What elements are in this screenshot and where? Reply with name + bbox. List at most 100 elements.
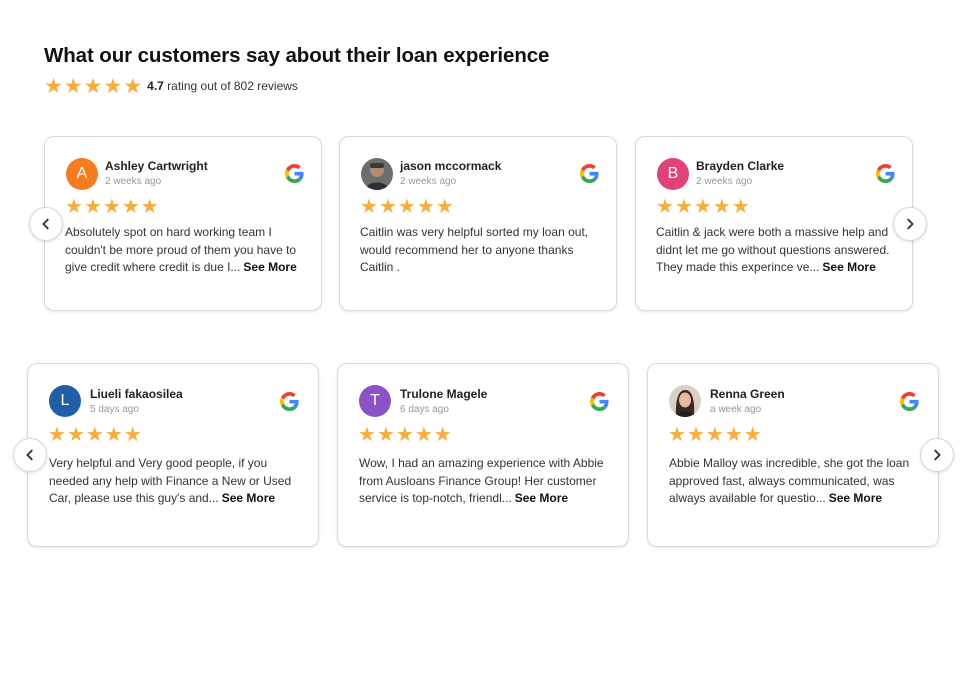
star-icon: ★ — [121, 194, 140, 218]
avatar: T — [359, 385, 391, 417]
google-g-icon — [285, 164, 304, 183]
star-icon: ★ — [414, 422, 433, 446]
review-stars: ★ ★ ★ ★ ★ — [668, 424, 762, 444]
avatar: L — [49, 385, 81, 417]
star-icon: ★ — [85, 422, 104, 446]
reviewer-name: Liueli fakaosilea — [90, 387, 183, 401]
star-icon: ★ — [48, 422, 66, 446]
star-icon: ★ — [66, 422, 85, 446]
review-text: Wow, I had an amazing experience with Ab… — [359, 455, 619, 508]
avatar — [361, 158, 393, 190]
chevron-left-icon — [39, 217, 53, 231]
carousel-next-button[interactable] — [893, 207, 927, 241]
review-text: Caitlin & jack were both a massive help … — [656, 224, 896, 277]
star-icon: ★ — [44, 74, 63, 98]
reviewer-name: Trulone Magele — [400, 387, 488, 401]
star-icon: ★ — [693, 194, 712, 218]
star-icon: ★ — [674, 194, 693, 218]
reviewer-name: Brayden Clarke — [696, 159, 785, 173]
review-body: Caitlin was very helpful sorted my loan … — [360, 225, 589, 274]
star-icon: ★ — [378, 194, 397, 218]
rating-value: 4.7 — [147, 79, 164, 93]
review-stars: ★ ★ ★ ★ ★ — [65, 196, 159, 216]
google-g-icon — [876, 164, 895, 183]
reviewer-name: Ashley Cartwright — [105, 159, 208, 173]
chevron-right-icon — [930, 448, 944, 462]
review-time: 2 weeks ago — [696, 176, 753, 187]
star-icon: ★ — [668, 422, 686, 446]
star-icon: ★ — [123, 74, 143, 98]
carousel-next-button[interactable] — [920, 438, 954, 472]
star-icon: ★ — [731, 194, 750, 218]
avatar — [669, 385, 701, 417]
star-icon: ★ — [83, 194, 102, 218]
rating-summary: ★ ★ ★ ★ ★ 4.7 rating out of 802 reviews — [44, 74, 298, 98]
review-text: Abbie Malloy was incredible, she got the… — [669, 455, 929, 508]
carousel-prev-button[interactable] — [13, 438, 47, 472]
google-g-icon — [590, 392, 609, 411]
rating-text: 4.7 rating out of 802 reviews — [147, 79, 298, 93]
star-icon: ★ — [358, 422, 376, 446]
star-icon: ★ — [376, 422, 395, 446]
review-time: 6 days ago — [400, 404, 449, 415]
avatar-initial: B — [667, 165, 679, 182]
star-icon: ★ — [104, 422, 123, 446]
star-icon: ★ — [416, 194, 435, 218]
page-title: What our customers say about their loan … — [44, 44, 550, 67]
star-icon: ★ — [724, 422, 743, 446]
chevron-right-icon — [903, 217, 917, 231]
star-icon: ★ — [433, 422, 452, 446]
review-text: Very helpful and Very good people, if yo… — [49, 455, 309, 508]
see-more-link[interactable]: See More — [222, 491, 275, 505]
star-icon: ★ — [435, 194, 454, 218]
review-stars: ★ ★ ★ ★ ★ — [656, 196, 750, 216]
review-time: a week ago — [710, 404, 762, 415]
review-card[interactable]: Renna Green a week ago ★ ★ ★ ★ ★ Abbie Malloy w… — [647, 363, 939, 547]
reviewer-name: jason mccormack — [400, 159, 502, 173]
star-icon: ★ — [123, 422, 142, 446]
google-g-icon — [900, 392, 919, 411]
see-more-link[interactable]: See More — [243, 260, 296, 274]
star-icon: ★ — [63, 74, 83, 98]
star-icon: ★ — [656, 194, 674, 218]
avatar-initial: A — [76, 165, 88, 182]
review-stars: ★ ★ ★ ★ ★ — [48, 424, 142, 444]
review-card[interactable]: L Liueli fakaosilea 5 days ago ★ ★ ★ ★ ★ Very he… — [27, 363, 319, 547]
star-icon: ★ — [140, 194, 159, 218]
review-stars: ★ ★ ★ ★ ★ — [358, 424, 452, 444]
google-g-icon — [580, 164, 599, 183]
review-card[interactable]: A Ashley Cartwright 2 weeks ago ★ ★ ★ ★ ★ Absolu… — [44, 136, 322, 311]
review-time: 2 weeks ago — [400, 176, 457, 187]
avatar: A — [66, 158, 98, 190]
see-more-link[interactable]: See More — [829, 491, 882, 505]
star-icon: ★ — [743, 422, 762, 446]
star-icon: ★ — [65, 194, 83, 218]
star-icon: ★ — [102, 194, 121, 218]
star-icon: ★ — [395, 422, 414, 446]
star-icon: ★ — [712, 194, 731, 218]
review-stars: ★ ★ ★ ★ ★ — [360, 196, 454, 216]
review-time: 5 days ago — [90, 404, 139, 415]
review-text: Absolutely spot on hard working team I c… — [65, 224, 305, 277]
review-card[interactable]: B Brayden Clarke 2 weeks ago ★ ★ ★ ★ ★ Caitlin &… — [635, 136, 913, 311]
see-more-link[interactable]: See More — [822, 260, 875, 274]
rating-stars: ★ ★ ★ ★ ★ — [44, 74, 143, 98]
review-card[interactable]: T Trulone Magele 6 days ago ★ ★ ★ ★ ★ Wow, I had… — [337, 363, 629, 547]
review-card[interactable]: jason mccormack 2 weeks ago ★ ★ ★ ★ ★ Caitlin w… — [339, 136, 617, 311]
star-icon: ★ — [397, 194, 416, 218]
google-g-icon — [280, 392, 299, 411]
rating-suffix: rating out of 802 reviews — [167, 79, 298, 93]
chevron-left-icon — [23, 448, 37, 462]
carousel-prev-button[interactable] — [29, 207, 63, 241]
reviewer-name: Renna Green — [710, 387, 785, 401]
review-time: 2 weeks ago — [105, 176, 162, 187]
avatar: B — [657, 158, 689, 190]
star-icon: ★ — [360, 194, 378, 218]
star-icon: ★ — [705, 422, 724, 446]
avatar-initial: L — [60, 392, 70, 409]
review-text: Caitlin was very helpful sorted my loan … — [360, 224, 600, 277]
star-icon: ★ — [83, 74, 103, 98]
star-icon: ★ — [686, 422, 705, 446]
star-icon: ★ — [103, 74, 123, 98]
see-more-link[interactable]: See More — [515, 491, 568, 505]
